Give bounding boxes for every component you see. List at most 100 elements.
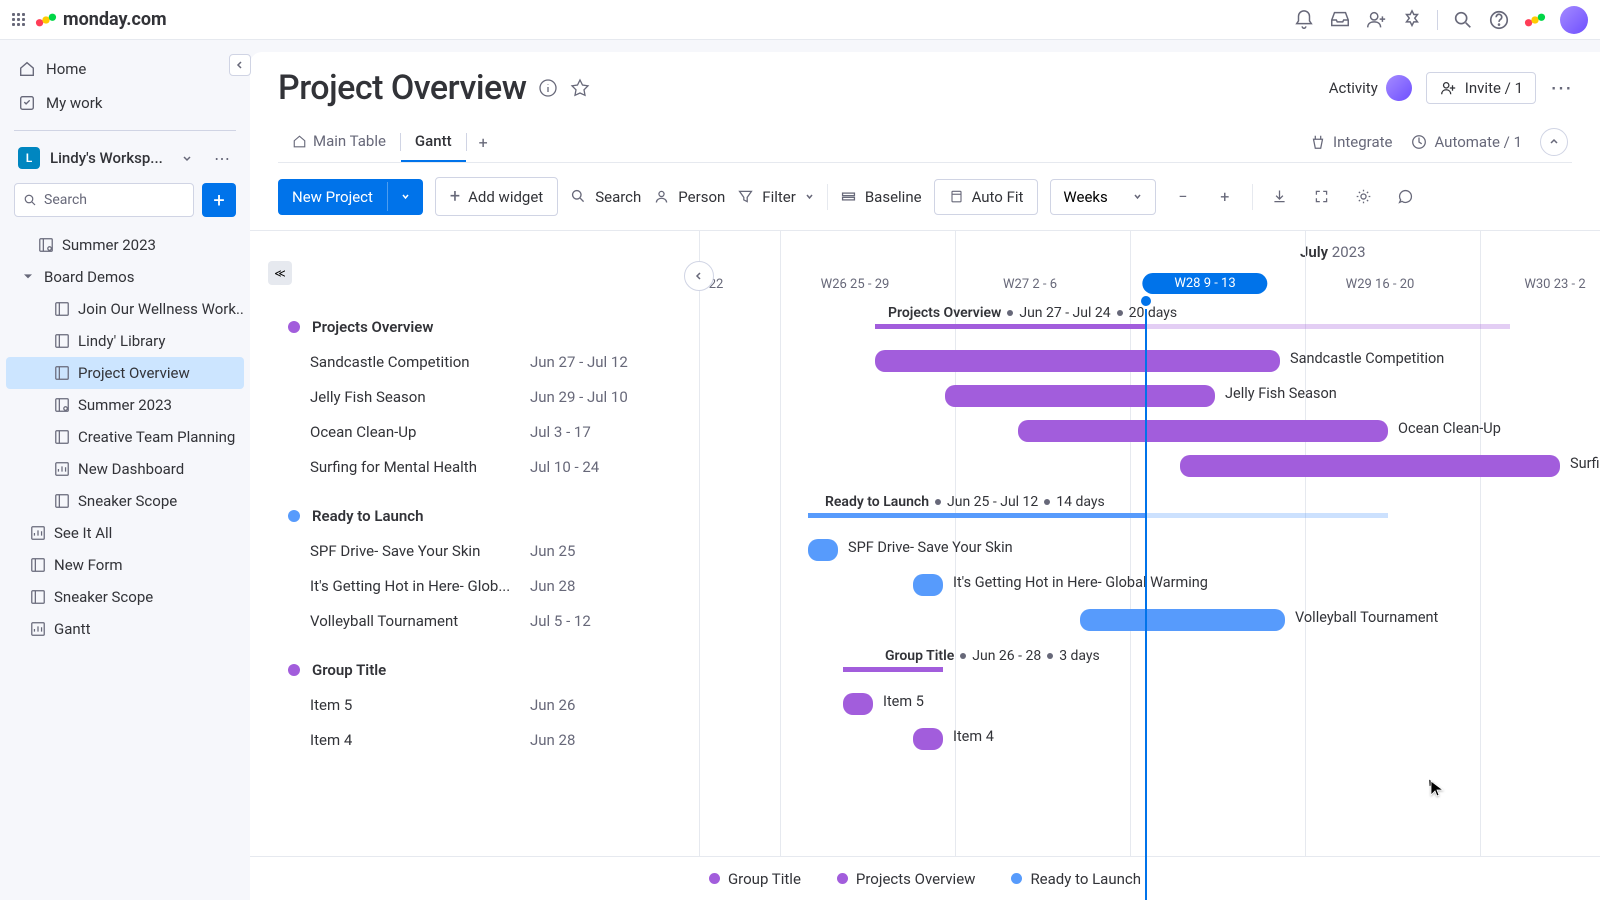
- view-tabs: Main TableGantt + Integrate Automate / 1: [278, 122, 1572, 163]
- tree-item[interactable]: Board Demos: [6, 261, 244, 293]
- nav-home[interactable]: Home: [0, 52, 250, 86]
- tree-item[interactable]: Summer 2023: [6, 389, 244, 421]
- gantt-bar[interactable]: [1080, 609, 1285, 631]
- task-row[interactable]: Item 5Jun 26: [250, 687, 699, 722]
- apps-marketplace-icon[interactable]: [1401, 9, 1423, 31]
- summary-bar-done[interactable]: [808, 513, 1145, 518]
- favorite-icon[interactable]: [570, 78, 590, 98]
- integrate-button[interactable]: Integrate: [1309, 133, 1392, 151]
- gantt-bar[interactable]: [1018, 420, 1388, 442]
- summary-label: Projects OverviewJun 27 - Jul 2420 days: [888, 305, 1177, 321]
- tree-item[interactable]: Summer 2023: [6, 229, 244, 261]
- task-row[interactable]: Ocean Clean-UpJul 3 - 17: [250, 414, 699, 449]
- person-filter-button[interactable]: Person: [653, 188, 725, 206]
- collapse-header-button[interactable]: [1540, 128, 1568, 156]
- apps-menu-icon[interactable]: [12, 13, 25, 26]
- summary-bar-remaining[interactable]: [1145, 513, 1388, 518]
- bar-label: SPF Drive- Save Your Skin: [848, 539, 1013, 556]
- bar-label: Jelly Fish Season: [1225, 385, 1337, 402]
- board-menu-icon[interactable]: ⋯: [1550, 76, 1572, 101]
- collapse-panel-button[interactable]: [684, 261, 714, 291]
- board-icon: [30, 589, 46, 605]
- summary-label: Ready to LaunchJun 25 - Jul 1214 days: [825, 494, 1105, 510]
- tree-item[interactable]: New Dashboard: [6, 453, 244, 485]
- baseline-button[interactable]: Baseline: [840, 188, 922, 206]
- tree-item[interactable]: Project Overview: [6, 357, 244, 389]
- settings-button[interactable]: [1349, 180, 1379, 214]
- zoom-in-button[interactable]: +: [1210, 180, 1240, 214]
- zoom-out-button[interactable]: −: [1168, 180, 1198, 214]
- group-header[interactable]: Projects Overview: [250, 309, 699, 344]
- legend-item[interactable]: Projects Overview: [837, 870, 976, 888]
- nav-mywork[interactable]: My work: [0, 86, 250, 120]
- brand-logo[interactable]: monday.com: [35, 9, 167, 31]
- gantt-bar[interactable]: [1180, 455, 1560, 477]
- search-button[interactable]: Search: [570, 188, 641, 206]
- task-row[interactable]: Surfing for Mental HealthJul 10 - 24: [250, 449, 699, 484]
- tree-item[interactable]: Creative Team Planning: [6, 421, 244, 453]
- workspace-search-input[interactable]: Search: [14, 183, 194, 217]
- task-row[interactable]: Sandcastle CompetitionJun 27 - Jul 12: [250, 344, 699, 379]
- integrate-icon: [1309, 133, 1327, 151]
- collapse-sidebar-button[interactable]: [229, 54, 251, 76]
- group-header[interactable]: Group Title: [250, 652, 699, 687]
- tree-item[interactable]: Gantt: [6, 613, 244, 645]
- autofit-button[interactable]: Auto Fit: [934, 179, 1039, 215]
- gantt-bar[interactable]: [808, 539, 838, 561]
- task-row[interactable]: Volleyball TournamentJul 5 - 12: [250, 603, 699, 638]
- comments-button[interactable]: [1391, 180, 1421, 214]
- summary-bar-remaining[interactable]: [1145, 324, 1510, 329]
- workspace-menu-icon[interactable]: ⋯: [214, 149, 232, 168]
- gantt-bar[interactable]: [945, 385, 1215, 407]
- tree-item[interactable]: New Form: [6, 549, 244, 581]
- workspace-selector[interactable]: L Lindy's Worksp... ⋯: [0, 141, 250, 175]
- search-icon[interactable]: [1452, 9, 1474, 31]
- product-switcher-icon[interactable]: [1524, 9, 1546, 31]
- invite-button[interactable]: Invite / 1: [1426, 72, 1536, 104]
- task-row[interactable]: Item 4Jun 28: [250, 722, 699, 757]
- board-title[interactable]: Project Overview: [278, 68, 526, 108]
- info-icon[interactable]: [538, 78, 558, 98]
- view-tab[interactable]: Main Table: [278, 122, 400, 162]
- new-project-button[interactable]: New Project: [278, 179, 423, 215]
- board-icon: [54, 333, 70, 349]
- filter-button[interactable]: Filter: [737, 188, 815, 206]
- legend-item[interactable]: Ready to Launch: [1011, 870, 1141, 888]
- automate-icon: [1410, 133, 1428, 151]
- scale-select[interactable]: Weeks: [1050, 179, 1155, 215]
- summary-bar-done[interactable]: [875, 324, 1145, 329]
- help-icon[interactable]: [1488, 9, 1510, 31]
- autofit-icon: [949, 189, 964, 204]
- group-header[interactable]: Ready to Launch: [250, 498, 699, 533]
- collapse-all-button[interactable]: ≪: [268, 261, 292, 285]
- task-row[interactable]: It's Getting Hot in Here- Glob...Jun 28: [250, 568, 699, 603]
- view-tab[interactable]: Gantt: [401, 122, 466, 162]
- chevron-down-icon[interactable]: [387, 182, 423, 211]
- gantt-bar[interactable]: [843, 693, 873, 715]
- add-widget-button[interactable]: +Add widget: [435, 177, 558, 216]
- activity-button[interactable]: Activity: [1329, 75, 1412, 101]
- inbox-icon[interactable]: [1329, 9, 1351, 31]
- tree-item[interactable]: Sneaker Scope: [6, 485, 244, 517]
- tree-item[interactable]: See It All: [6, 517, 244, 549]
- monday-logo-icon: [35, 9, 57, 31]
- invite-members-icon[interactable]: [1365, 9, 1387, 31]
- tree-item[interactable]: Sneaker Scope: [6, 581, 244, 613]
- notifications-icon[interactable]: [1293, 9, 1315, 31]
- add-view-button[interactable]: +: [469, 125, 498, 160]
- gantt-timeline[interactable]: July 202322W26 25 - 29W27 2 - 6W28 9 - 1…: [700, 231, 1600, 900]
- task-row[interactable]: SPF Drive- Save Your SkinJun 25: [250, 533, 699, 568]
- tree-item[interactable]: Join Our Wellness Work...: [6, 293, 244, 325]
- gantt-bar[interactable]: [913, 574, 943, 596]
- fullscreen-button[interactable]: [1307, 180, 1337, 214]
- task-row[interactable]: Jelly Fish SeasonJun 29 - Jul 10: [250, 379, 699, 414]
- summary-bar-done[interactable]: [843, 667, 943, 672]
- export-button[interactable]: [1265, 180, 1295, 214]
- gantt-bar[interactable]: [875, 350, 1280, 372]
- automate-button[interactable]: Automate / 1: [1410, 133, 1522, 151]
- add-item-button[interactable]: +: [202, 183, 236, 217]
- user-avatar[interactable]: [1560, 6, 1588, 34]
- legend-item[interactable]: Group Title: [709, 870, 801, 888]
- tree-item[interactable]: Lindy' Library: [6, 325, 244, 357]
- gantt-bar[interactable]: [913, 728, 943, 750]
